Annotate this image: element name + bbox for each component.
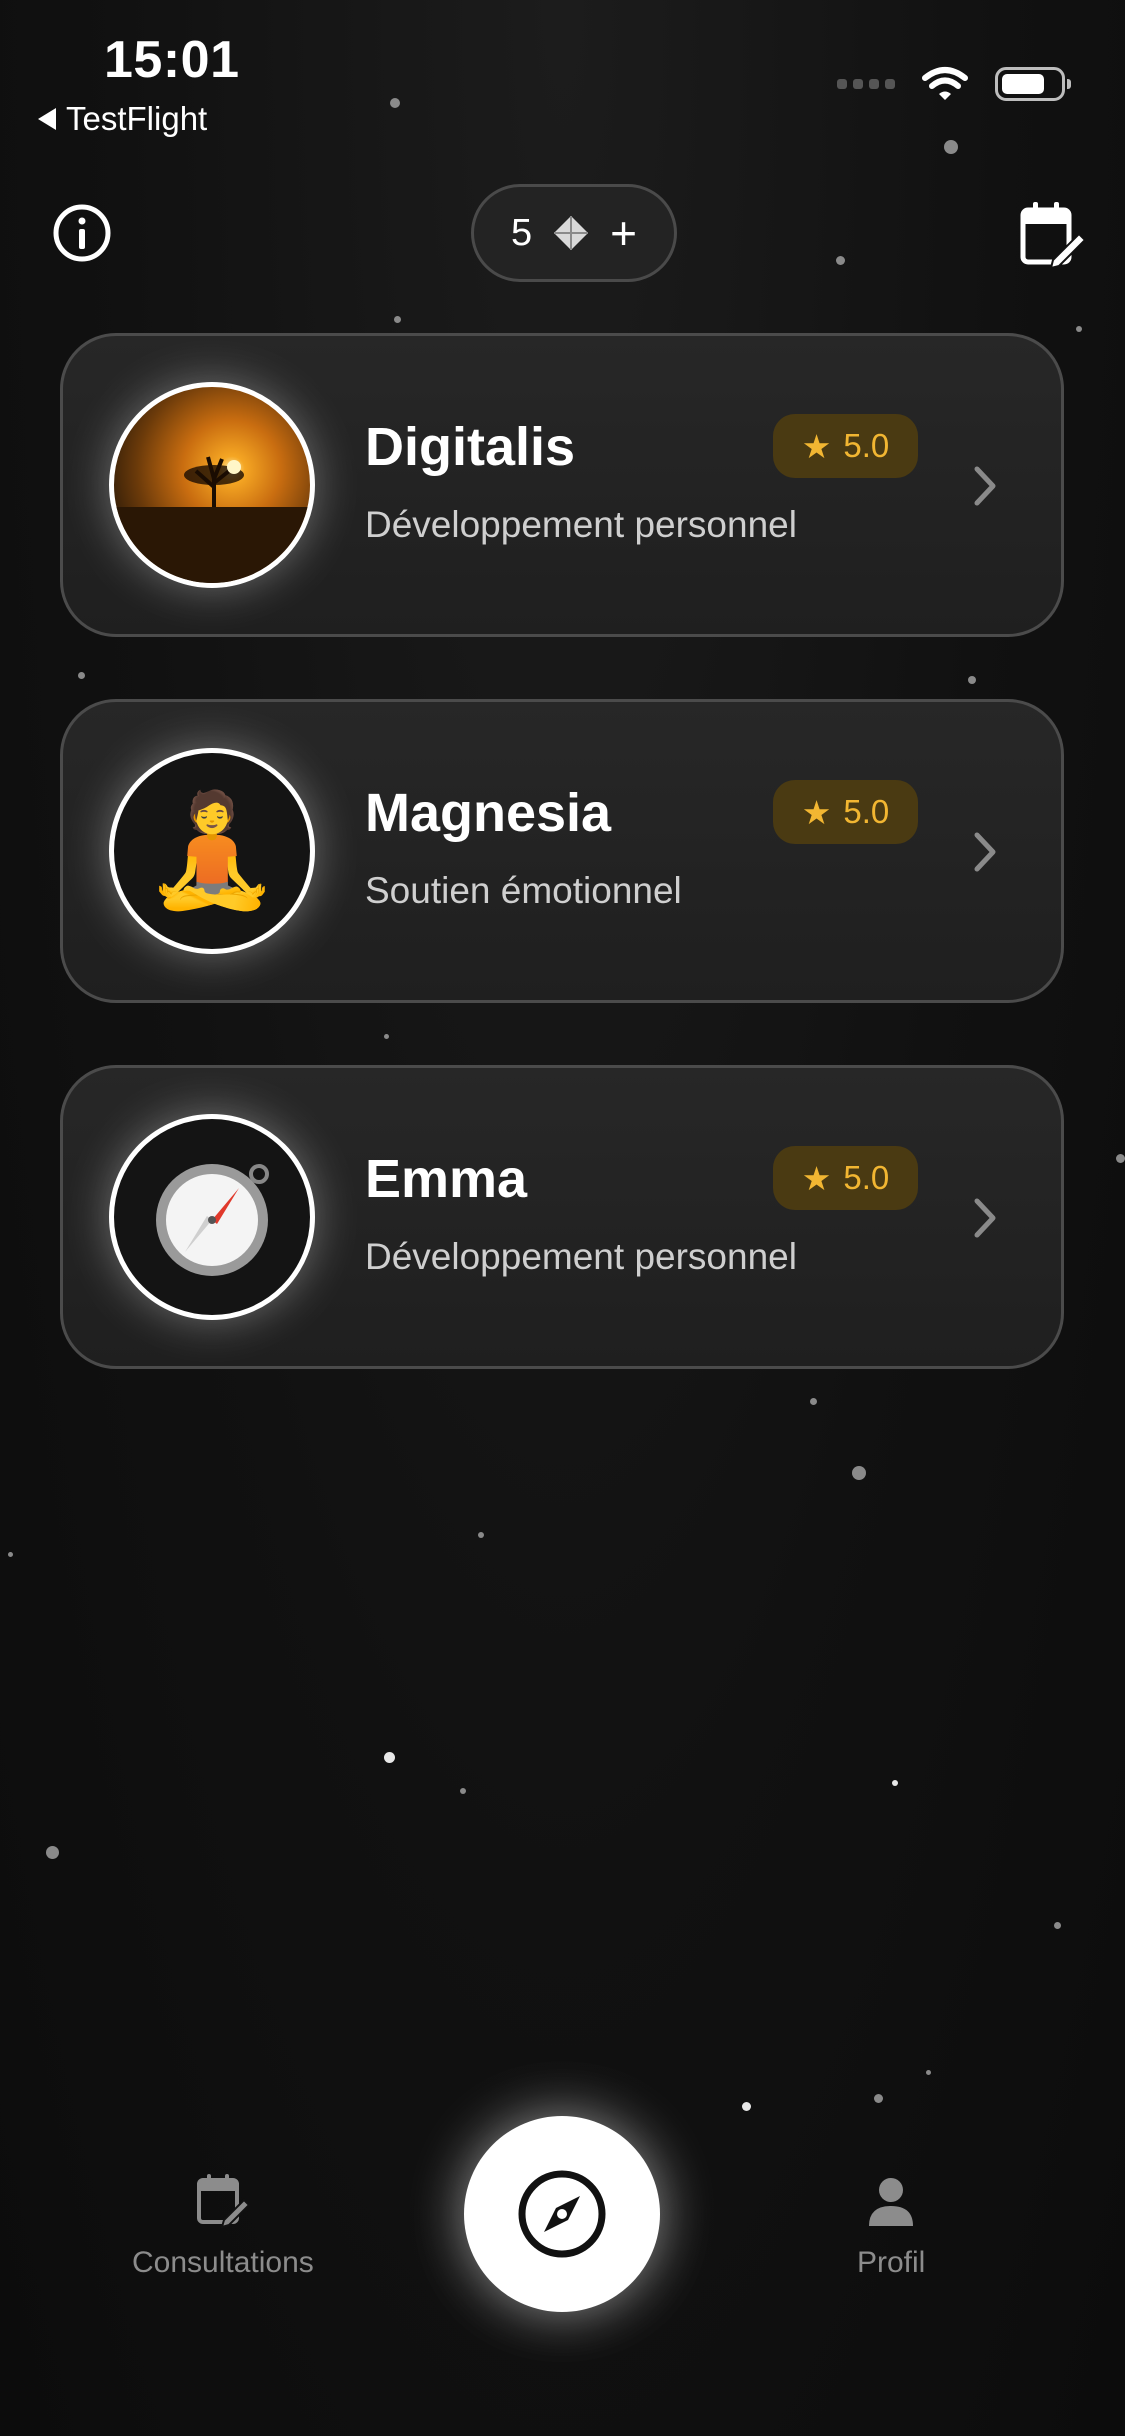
chevron-right-icon — [974, 1198, 996, 1238]
practitioner-card-emma[interactable]: Emma Développement personnel ★ 5.0 — [60, 1065, 1064, 1369]
practitioner-name: Emma — [365, 1149, 528, 1209]
info-icon — [53, 204, 111, 262]
practitioner-name: Digitalis — [365, 417, 576, 477]
person-icon — [869, 2178, 914, 2226]
calendar-edit-icon — [1020, 202, 1087, 270]
wifi-icon — [922, 67, 968, 100]
avatar-compass — [109, 1114, 315, 1320]
star-icon: ★ — [801, 427, 832, 465]
back-app-label: TestFlight — [66, 100, 208, 137]
practitioner-card-digitalis[interactable]: Digitalis Développement personnel ★ 5.0 — [60, 333, 1064, 637]
diamond-icon — [554, 216, 589, 250]
tab-consultations-label: Consultations — [132, 2246, 314, 2279]
practitioner-specialty: Développement personnel — [365, 504, 797, 545]
info-button[interactable] — [52, 203, 112, 263]
practitioner-name: Magnesia — [365, 783, 612, 843]
compass-icon — [518, 2170, 606, 2258]
rating-badge: ★ 5.0 — [773, 1146, 918, 1210]
star-icon: ★ — [801, 1159, 832, 1197]
avatar-meditation: 🧘 — [109, 748, 315, 954]
credits-pill[interactable]: 5 + — [471, 184, 677, 282]
rating-value: 5.0 — [843, 1159, 890, 1196]
rating-value: 5.0 — [843, 427, 890, 464]
tab-profil-label: Profil — [857, 2246, 926, 2279]
back-to-testflight-link[interactable]: TestFlight — [38, 100, 207, 138]
chevron-right-icon — [974, 832, 996, 872]
explore-button[interactable] — [464, 2116, 660, 2312]
tab-consultations[interactable]: Consultations — [132, 2172, 314, 2280]
rating-value: 5.0 — [843, 793, 890, 830]
tab-profil[interactable]: Profil — [857, 2172, 925, 2280]
rating-badge: ★ 5.0 — [773, 414, 918, 478]
add-credits-icon[interactable]: + — [610, 210, 637, 256]
credits-count: 5 — [510, 211, 533, 254]
star-icon: ★ — [801, 793, 832, 831]
tree-silhouette-icon — [114, 456, 310, 583]
practitioner-specialty: Développement personnel — [365, 1236, 797, 1277]
chevron-right-icon — [974, 466, 996, 506]
status-time: 15:01 — [104, 31, 240, 89]
avatar-sunset-photo — [109, 382, 315, 588]
compass-icon — [156, 1164, 269, 1276]
battery-icon — [995, 67, 1071, 101]
meditation-icon: 🧘 — [143, 789, 281, 912]
status-indicators — [837, 66, 1071, 102]
practitioner-card-magnesia[interactable]: 🧘 Magnesia Soutien émotionnel ★ 5.0 — [60, 699, 1064, 1003]
practitioner-specialty: Soutien émotionnel — [365, 870, 682, 911]
back-arrow-icon — [38, 108, 56, 130]
book-appointment-button[interactable] — [1019, 200, 1087, 270]
cellular-signal-icon — [837, 79, 895, 89]
calendar-edit-icon — [196, 2174, 250, 2228]
rating-badge: ★ 5.0 — [773, 780, 918, 844]
